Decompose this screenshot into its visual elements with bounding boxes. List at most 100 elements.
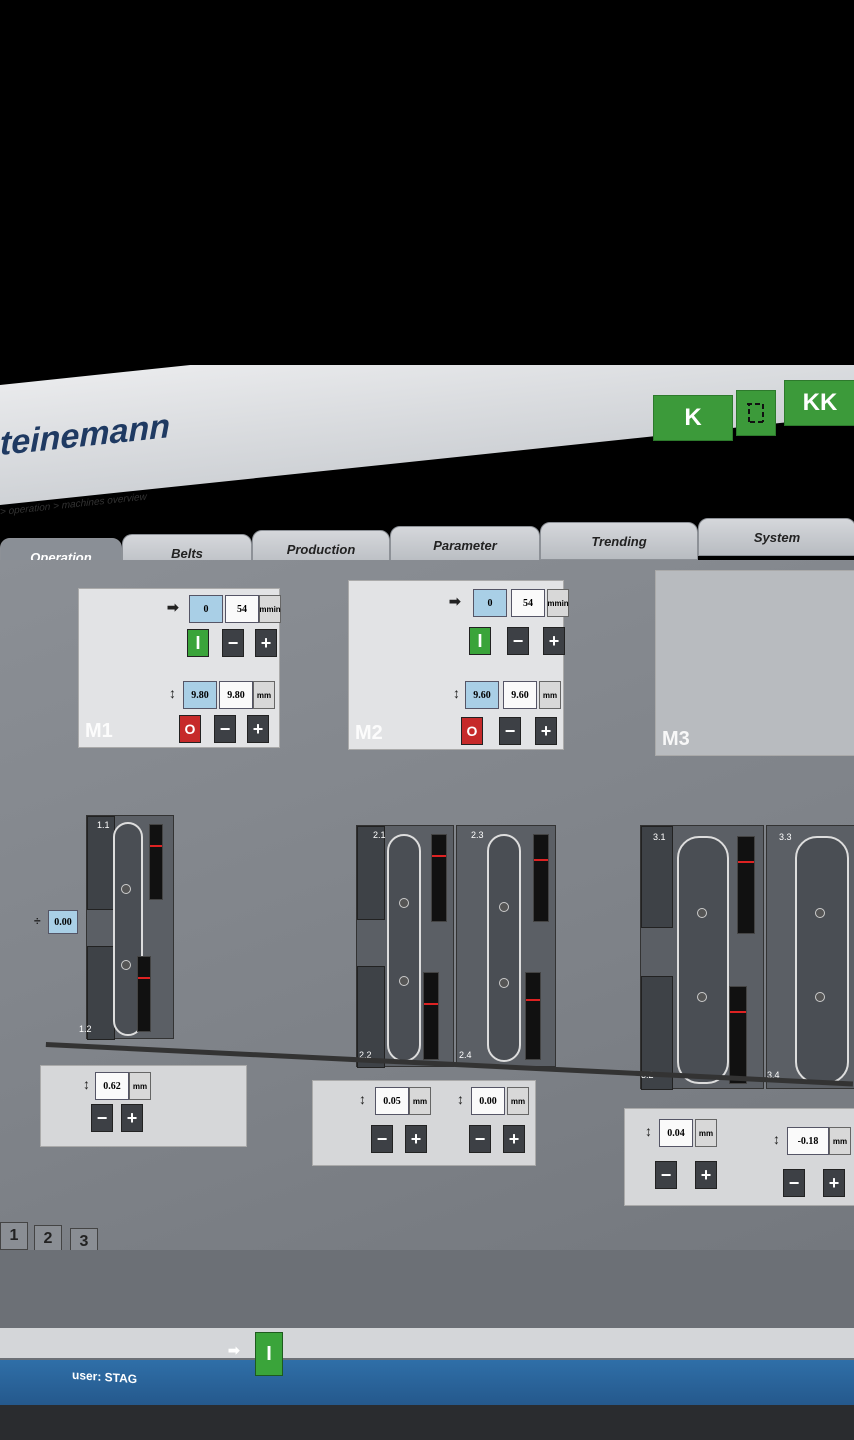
unit-2-left: 2.1 2.2 [356, 825, 454, 1068]
adjust-value[interactable]: 0.04 [659, 1119, 693, 1147]
level-bar [431, 834, 447, 922]
machine-panel-m3: M3 [655, 570, 854, 756]
unit-m: m [547, 598, 555, 608]
gap-setpoint[interactable]: 9.80 [183, 681, 217, 709]
adjust-plus-button[interactable]: + [503, 1125, 525, 1153]
label-2-4: 2.4 [459, 1050, 472, 1060]
gap-arrow-icon: ↕ [83, 1076, 90, 1092]
gap-arrow-icon: ↕ [359, 1091, 366, 1107]
adjust-knob [697, 908, 707, 918]
speed-arrow-icon: ➡ [167, 599, 179, 615]
run-arrow-icon: ➡ [228, 1342, 240, 1358]
speed-unit: m min [547, 589, 569, 617]
gap-minus-button[interactable]: − [214, 715, 236, 743]
unit-2-drawing: 2.1 2.2 2.3 2.4 [356, 825, 556, 1068]
adjust-plus-button[interactable]: + [695, 1161, 717, 1189]
adjust-plus-button[interactable]: + [405, 1125, 427, 1153]
adjust-panel-3: ↕ 0.04 mm − + ↕ -0.18 mm − + [624, 1108, 854, 1206]
machine-select-1[interactable]: 1 [0, 1222, 28, 1250]
level-bar [149, 824, 163, 900]
roller-pair [487, 834, 521, 1062]
adjust-minus-button[interactable]: − [783, 1169, 805, 1197]
speed-actual: 54 [225, 595, 259, 623]
speed-on-button[interactable]: I [469, 627, 491, 655]
gap-off-button[interactable]: O [179, 715, 201, 743]
speed-minus-button[interactable]: − [222, 629, 244, 657]
roller-pair [387, 834, 421, 1062]
adjust-knob [399, 898, 409, 908]
adjust-minus-button[interactable]: − [655, 1161, 677, 1189]
gap-off-button[interactable]: O [461, 717, 483, 745]
machine-panel-m1: ➡ 0 54 m min I − + ↕ 9.80 9.80 mm O − + M… [78, 588, 281, 748]
label-1-1: 1.1 [97, 820, 110, 830]
speed-setpoint[interactable]: 0 [473, 589, 507, 617]
adjust-value[interactable]: -0.18 [787, 1127, 829, 1155]
adjust-knob [815, 908, 825, 918]
machine-select-2[interactable]: 2 [34, 1225, 62, 1253]
adjust-unit: mm [409, 1087, 431, 1115]
unit-1-side-value[interactable]: 0.00 [48, 910, 78, 934]
label-3-1: 3.1 [653, 832, 666, 842]
level-bar [737, 836, 755, 934]
adjust-panel-1: ↕ 0.62 mm − + [40, 1065, 247, 1147]
cell [357, 826, 385, 920]
adjust-value[interactable]: 0.62 [95, 1072, 129, 1100]
label-2-1: 2.1 [373, 830, 386, 840]
gap-arrow-icon: ↕ [169, 685, 176, 701]
gap-arrow-icon: ↕ [773, 1131, 780, 1147]
roller-pair [677, 836, 729, 1084]
speed-minus-button[interactable]: − [507, 627, 529, 655]
adjust-knob [121, 960, 131, 970]
adjust-unit: mm [829, 1127, 851, 1155]
adjust-value[interactable]: 0.00 [471, 1087, 505, 1115]
gap-plus-button[interactable]: + [535, 717, 557, 745]
machine-label-m3: M3 [662, 728, 690, 750]
k-button[interactable]: K [653, 395, 733, 441]
unit-2-right: 2.3 2.4 [456, 825, 556, 1067]
machine-label-m1: M1 [85, 720, 113, 742]
tab-trending[interactable]: Trending [540, 522, 698, 560]
gap-setpoint[interactable]: 9.60 [465, 681, 499, 709]
speed-actual: 54 [511, 589, 545, 617]
unit-min: min [266, 604, 281, 614]
machine-label-m2: M2 [355, 722, 383, 744]
cell-1-1 [87, 816, 115, 910]
unit-3-right: 3.3 3.4 [766, 825, 854, 1089]
label-1-2: 1.2 [79, 1024, 92, 1034]
gap-minus-button[interactable]: − [499, 717, 521, 745]
level-bar [423, 972, 439, 1060]
adjust-unit: mm [129, 1072, 151, 1100]
gap-plus-button[interactable]: + [247, 715, 269, 743]
machines-overview: ➡ 0 54 m min I − + ↕ 9.80 9.80 mm O − + M… [0, 560, 854, 1256]
unit-3-left: 3.1 3.2 [640, 825, 764, 1090]
footer-strip [0, 1328, 854, 1358]
level-bar [525, 972, 541, 1060]
adjust-minus-button[interactable]: − [371, 1125, 393, 1153]
speed-on-button[interactable]: I [187, 629, 209, 657]
adjust-minus-button[interactable]: − [469, 1125, 491, 1153]
unit-m: m [259, 604, 267, 614]
adjust-plus-button[interactable]: + [823, 1169, 845, 1197]
gap-unit: mm [253, 681, 275, 709]
adjust-knob [815, 992, 825, 1002]
adjust-panel-2: ↕ 0.05 mm − + ↕ 0.00 mm − + [312, 1080, 536, 1166]
adjust-knob [399, 976, 409, 986]
gap-actual: 9.60 [503, 681, 537, 709]
speed-plus-button[interactable]: + [255, 629, 277, 657]
label-3-3: 3.3 [779, 832, 792, 842]
adjust-value[interactable]: 0.05 [375, 1087, 409, 1115]
adjust-plus-button[interactable]: + [121, 1104, 143, 1132]
speed-plus-button[interactable]: + [543, 627, 565, 655]
roller-pair [795, 836, 849, 1084]
unit-min: min [554, 598, 569, 608]
tab-system[interactable]: System [698, 518, 854, 556]
run-button[interactable]: I [255, 1332, 283, 1376]
mode-switch-icon[interactable] [736, 390, 776, 436]
gap-actual: 9.80 [219, 681, 253, 709]
tab-parameter[interactable]: Parameter [390, 526, 540, 564]
speed-setpoint[interactable]: 0 [189, 595, 223, 623]
adjust-minus-button[interactable]: − [91, 1104, 113, 1132]
hmi-screen: teinemann K KK > operation > machines ov… [0, 365, 854, 1440]
divide-icon: ÷ [34, 914, 41, 928]
kk-button[interactable]: KK [784, 380, 854, 426]
